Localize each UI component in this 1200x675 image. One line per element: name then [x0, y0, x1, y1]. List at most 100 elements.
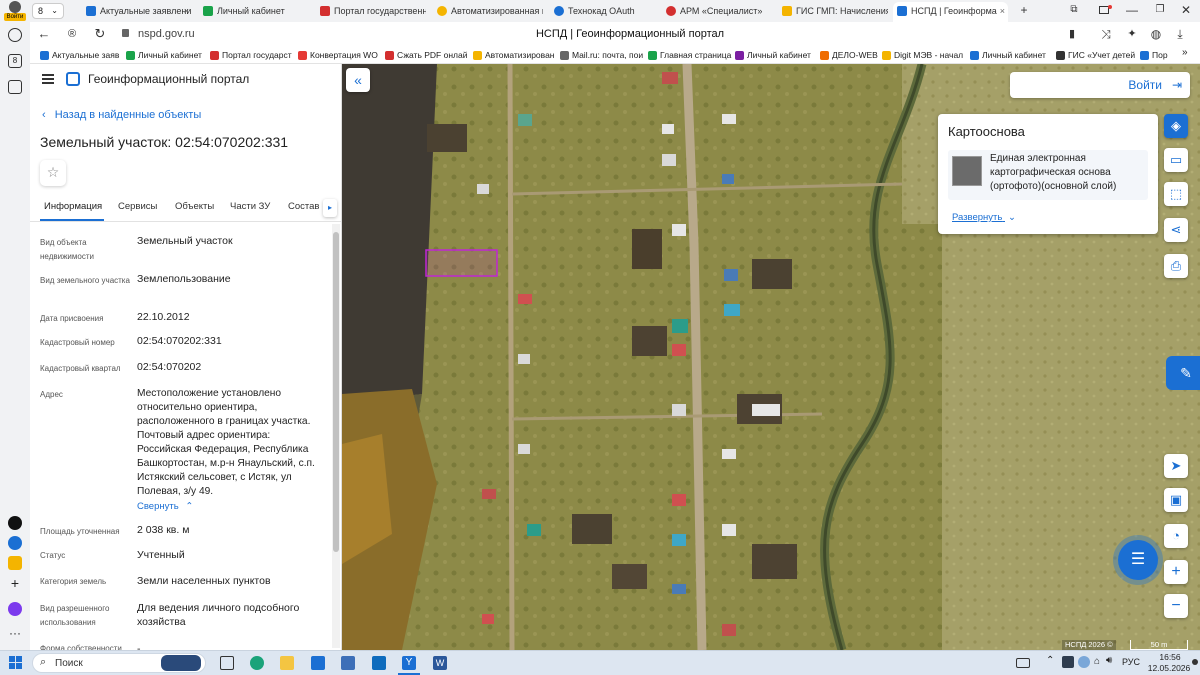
bookmark-item[interactable]: ДЕЛО-WEB [820, 48, 882, 62]
bookmark-item[interactable]: Портал государст [210, 48, 294, 62]
sync-icon[interactable]: ⤨ [1096, 24, 1116, 44]
back-arrow-icon[interactable]: ← [34, 24, 54, 44]
volume-icon[interactable]: 🔊︎ [1106, 655, 1112, 666]
keyboard-icon[interactable] [1016, 658, 1030, 668]
account-icon[interactable]: ◍ [1146, 24, 1166, 44]
download-icon[interactable]: ⤓ [1170, 24, 1190, 44]
help-widget-button[interactable]: ✎ [1166, 356, 1200, 390]
collections-icon[interactable] [8, 80, 22, 94]
tab-counter-button[interactable]: 8 ⌄ [32, 3, 64, 19]
more-bookmarks-icon[interactable]: » [1182, 47, 1188, 58]
bookmark-item[interactable]: ГИС «Учет детей [1056, 48, 1138, 62]
new-tab-button[interactable]: + [1010, 0, 1038, 22]
extension-puzzle-icon[interactable]: ✦ [1122, 24, 1142, 44]
notification-icon[interactable] [1090, 0, 1118, 22]
tab-nspd[interactable]: НСПД | Геоинформа × [893, 2, 1008, 22]
maximize-button[interactable]: ❐ [1146, 0, 1174, 22]
task-view-icon[interactable] [220, 656, 234, 670]
url-field[interactable]: nspd.gov.ru [138, 26, 195, 42]
favorite-button[interactable]: ☆ [40, 160, 66, 186]
map-view[interactable]: « Войти ⇥ Картооснова Единая электронная… [342, 64, 1200, 650]
minimize-button[interactable]: — [1118, 0, 1146, 22]
notification-dot-icon[interactable] [1192, 659, 1198, 665]
profile-avatar[interactable]: Войти [4, 1, 26, 22]
clock-time[interactable]: 16:56 [1150, 652, 1190, 662]
chat-app-icon[interactable] [8, 516, 22, 530]
file-explorer-icon[interactable] [280, 656, 294, 670]
store-icon[interactable] [341, 656, 355, 670]
geolocation-button[interactable]: ➤ [1164, 454, 1188, 478]
tab-technokad[interactable]: Технокад OAuth [550, 2, 655, 22]
tab-actual-applications[interactable]: Актуальные заявлени × [82, 2, 192, 22]
input-language[interactable]: РУС [1122, 656, 1140, 668]
bookmark-item[interactable]: Пор [1140, 48, 1180, 62]
zoom-in-button[interactable]: + [1164, 560, 1188, 584]
expand-link[interactable]: Развернуть ⌄ [952, 212, 1016, 224]
mail-icon[interactable] [311, 656, 325, 670]
ruler-tool-button[interactable]: ▭ [1164, 148, 1188, 172]
bookmark-item[interactable]: Mail.ru: почта, пои [560, 48, 652, 62]
tab-information[interactable]: Информация [44, 200, 102, 214]
more-icon[interactable]: ··· [8, 626, 22, 640]
compass-button[interactable]: ◔ [1164, 524, 1188, 548]
tab-parts[interactable]: Части ЗУ [230, 200, 270, 214]
tab-objects[interactable]: Объекты [175, 200, 214, 214]
bookmark-item[interactable]: Автоматизирован [473, 48, 559, 62]
bookmark-icon[interactable]: ▮ [1062, 24, 1082, 44]
tab-services[interactable]: Сервисы [118, 200, 157, 214]
clock-date[interactable]: 12.05.2026 [1146, 663, 1192, 673]
tab-arm-specialist[interactable]: АРМ «Специалист» [662, 2, 772, 22]
selected-parcel-outline[interactable] [425, 249, 498, 277]
bookmark-item[interactable]: Digit МЭВ - начал [882, 48, 966, 62]
back-link[interactable]: ‹ Назад в найденные объекты [42, 108, 201, 122]
login-button[interactable]: Войти ⇥ [1010, 72, 1190, 98]
network-icon[interactable]: ⌂ [1094, 656, 1100, 667]
bookmark-item[interactable]: Актуальные заяв [40, 48, 122, 62]
zoom-out-button[interactable]: − [1164, 594, 1188, 618]
collapse-panel-button[interactable]: « [346, 68, 370, 92]
collapse-address-link[interactable]: Свернуть ⌃ [137, 500, 193, 514]
extensions-icon[interactable]: ⧉ [1060, 0, 1088, 22]
yandex-browser-icon[interactable]: Y [402, 656, 416, 670]
tray-app-icon[interactable] [1062, 656, 1074, 668]
tab-gov-portal[interactable]: Портал государственн [316, 2, 426, 22]
minimap-button[interactable]: ▣ [1164, 488, 1188, 512]
tabs-scroll-right-button[interactable]: ▸ [323, 199, 337, 217]
edge-browser-icon[interactable] [250, 656, 264, 670]
mail-app-icon[interactable] [8, 556, 22, 570]
tray-cloud-icon[interactable] [1078, 656, 1090, 668]
tray-chevron-icon[interactable]: ⌃ [1046, 655, 1054, 666]
scrollbar-thumb[interactable] [333, 232, 339, 552]
tab-automated-system[interactable]: Автоматизированная и [433, 2, 543, 22]
word-icon[interactable]: W [433, 656, 447, 670]
taskbar-search[interactable]: ⌕ Поиск [32, 653, 206, 673]
tabs-icon[interactable]: 8 [8, 54, 22, 68]
history-icon[interactable] [8, 28, 22, 42]
windows-start-icon[interactable] [9, 656, 22, 669]
bookmark-item[interactable]: Конвертация WO [298, 48, 382, 62]
select-area-tool-button[interactable]: ⬚ [1164, 182, 1188, 206]
basemap-layer-item[interactable]: Единая электронная картографическая осно… [948, 150, 1148, 200]
print-tool-button[interactable]: ⎙ [1164, 254, 1188, 278]
tab-composition[interactable]: Состав [288, 200, 319, 214]
tab-gis-gmp[interactable]: ГИС ГМП: Начисления [778, 2, 888, 22]
chat-assistant-button[interactable]: ☰ [1118, 540, 1158, 580]
layers-tool-button[interactable]: ◈ [1164, 114, 1188, 138]
protect-icon[interactable]: ® [62, 24, 82, 44]
close-icon[interactable]: × [184, 2, 189, 20]
share-tool-button[interactable]: ⋖ [1164, 218, 1188, 242]
panel-scrollbar[interactable] [332, 224, 340, 648]
tab-personal-cabinet[interactable]: Личный кабинет [199, 2, 309, 22]
outlook-icon[interactable] [372, 656, 386, 670]
bookmark-item[interactable]: Личный кабинет [735, 48, 817, 62]
bookmark-item[interactable]: Сжать PDF онлай [385, 48, 471, 62]
bookmark-item[interactable]: Главная страница [648, 48, 732, 62]
hamburger-menu-icon[interactable] [42, 74, 54, 84]
add-app-icon[interactable]: + [8, 576, 22, 590]
close-icon[interactable]: × [1000, 2, 1005, 20]
alice-icon[interactable] [8, 602, 22, 616]
bookmark-item[interactable]: Личный кабинет [126, 48, 206, 62]
close-window-button[interactable]: ✕ [1172, 0, 1200, 22]
app-icon[interactable] [8, 536, 22, 550]
bookmark-item[interactable]: Личный кабинет [970, 48, 1050, 62]
